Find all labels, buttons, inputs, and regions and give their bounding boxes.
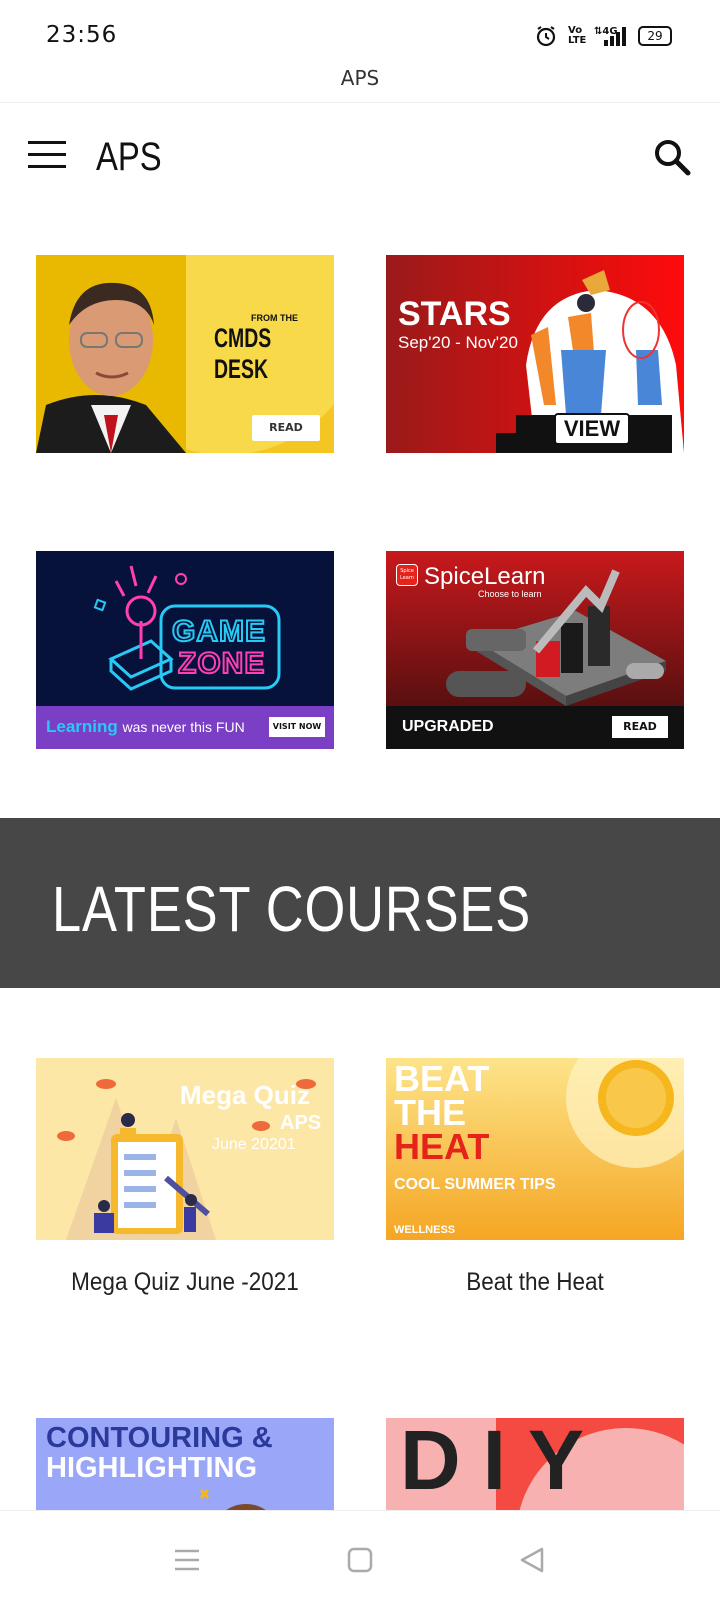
- banner-line2: CMDS DESK: [214, 323, 272, 384]
- course-thumbnail[interactable]: Mega Quiz APS June 20201: [36, 1058, 334, 1240]
- course-card[interactable]: DIY: [386, 1418, 684, 1510]
- back-icon[interactable]: [518, 1546, 546, 1574]
- clock: 23:56: [46, 22, 118, 48]
- course-thumbnail[interactable]: DIY: [386, 1418, 684, 1510]
- page-url-title: APS: [0, 60, 720, 103]
- thumb-line3: HEAT: [394, 1126, 490, 1167]
- volte-icon: Vo LTE: [568, 25, 587, 46]
- banner-game-zone[interactable]: GAME ZONE Learning was never this FUN VI…: [36, 551, 334, 749]
- course-thumbnail[interactable]: CONTOURING & HIGHLIGHTING: [36, 1418, 334, 1510]
- search-icon[interactable]: [652, 137, 692, 177]
- tagline-rest: was never this FUN: [122, 719, 245, 735]
- read-button[interactable]: READ: [612, 716, 668, 738]
- thumb-subtitle: APS: [280, 1112, 322, 1134]
- thumb-tagline: COOL SUMMER TIPS: [394, 1176, 556, 1193]
- banner-title: SpiceLearn: [424, 563, 546, 590]
- status-icons: Vo LTE ⇅4G 29: [534, 22, 672, 50]
- app-bar: APS: [0, 103, 720, 213]
- thumb-line2: HIGHLIGHTING: [46, 1452, 258, 1484]
- banner-stars[interactable]: STARS Sep'20 - Nov'20 VIEW: [386, 255, 684, 453]
- recent-apps-icon[interactable]: [174, 1549, 200, 1571]
- course-card[interactable]: BEAT THE HEAT COOL SUMMER TIPS WELLNESS …: [386, 1058, 684, 1297]
- course-title[interactable]: Mega Quiz June -2021: [51, 1268, 319, 1297]
- course-card[interactable]: CONTOURING & HIGHLIGHTING: [36, 1418, 334, 1510]
- visit-now-button[interactable]: VISIT NOW: [269, 717, 325, 737]
- battery-icon: 29: [638, 26, 672, 46]
- banner-tagline: Learning was never this FUN: [46, 717, 245, 737]
- view-button[interactable]: VIEW: [554, 413, 630, 445]
- banner-title: STARS: [398, 295, 511, 333]
- spicelearn-logo: Spice Learn: [396, 564, 418, 586]
- course-thumbnail[interactable]: BEAT THE HEAT COOL SUMMER TIPS WELLNESS: [386, 1058, 684, 1240]
- course-title[interactable]: Beat the Heat: [401, 1268, 669, 1297]
- thumb-line1: BEAT: [394, 1058, 490, 1099]
- latest-courses-header: LATEST COURSES: [0, 818, 720, 988]
- zone-text: ZONE: [177, 646, 266, 681]
- signal-icon: ⇅4G: [594, 26, 626, 46]
- banner-subtitle: Sep'20 - Nov'20: [398, 333, 518, 352]
- upgraded-label: UPGRADED: [402, 718, 494, 735]
- read-button[interactable]: READ: [252, 415, 320, 441]
- thumb-line1: CONTOURING &: [46, 1422, 273, 1454]
- thumb-tag: WELLNESS: [394, 1224, 456, 1236]
- banner-spicelearn[interactable]: Spice Learn SpiceLearn Choose to learn U…: [386, 551, 684, 749]
- thumb-title: Mega Quiz: [180, 1080, 311, 1110]
- course-card[interactable]: Mega Quiz APS June 20201 Mega Quiz June …: [36, 1058, 334, 1297]
- section-title: LATEST COURSES: [52, 873, 532, 945]
- alarm-icon: [536, 26, 556, 47]
- banner-subtitle: Choose to learn: [478, 589, 542, 599]
- banner-line1: FROM THE: [251, 313, 298, 323]
- hamburger-menu-icon[interactable]: [28, 141, 66, 171]
- svg-text:⇅4G: ⇅4G: [594, 26, 618, 37]
- thumb-line1: DIY: [400, 1418, 607, 1507]
- system-nav-bar: [0, 1510, 720, 1601]
- tagline-strong: Learning: [46, 717, 118, 736]
- thumb-date: June 20201: [212, 1136, 296, 1153]
- status-bar: 23:56 Vo LTE ⇅4G 29: [0, 0, 720, 68]
- app-title: APS: [96, 135, 162, 179]
- battery-level: 29: [647, 29, 663, 43]
- thumb-line2: THE: [394, 1092, 466, 1133]
- game-text: GAME: [171, 614, 266, 649]
- banner-cmds-desk[interactable]: FROM THE CMDS DESK READ: [36, 255, 334, 453]
- home-icon[interactable]: [347, 1547, 373, 1573]
